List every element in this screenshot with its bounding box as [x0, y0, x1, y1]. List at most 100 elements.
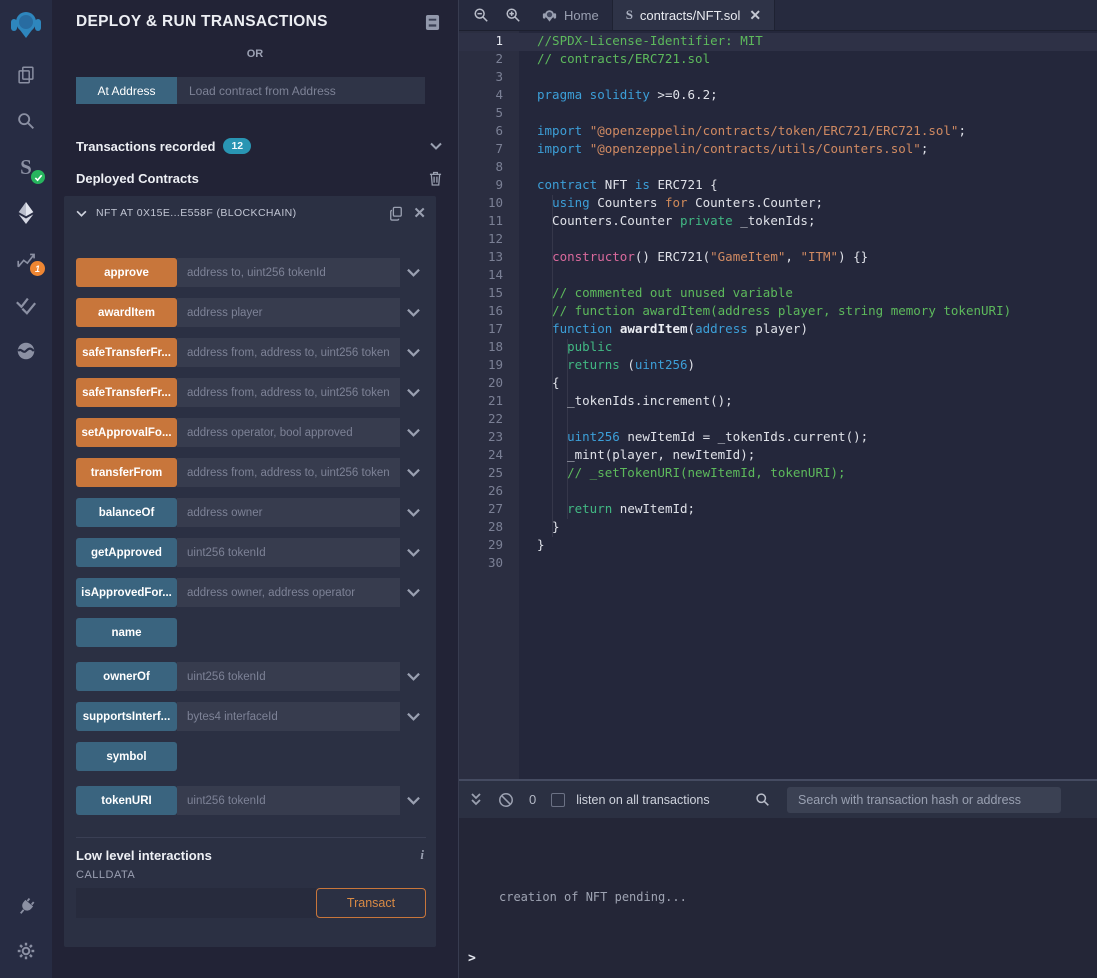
chevron-down-icon[interactable] [400, 308, 426, 317]
function-args-input[interactable] [177, 498, 400, 527]
at-address-row: At Address [76, 77, 425, 104]
documentation-icon[interactable] [425, 14, 440, 31]
line-number: 5 [459, 105, 519, 123]
function-args-input[interactable] [177, 538, 400, 567]
function-button-awardItem[interactable]: awardItem [76, 298, 177, 327]
function-args-input[interactable] [177, 702, 400, 731]
line-number: 18 [459, 339, 519, 357]
function-args-input[interactable] [177, 338, 400, 367]
function-button-name[interactable]: name [76, 618, 177, 647]
function-button-supportsInterf[interactable]: supportsInterf... [76, 702, 177, 731]
function-button-safeTransferFr[interactable]: safeTransferFr... [76, 338, 177, 367]
line-number: 1 [459, 33, 519, 51]
tab-home[interactable]: Home [529, 0, 613, 30]
code-line: 14 [459, 267, 1097, 285]
code-line: 20 { [459, 375, 1097, 393]
function-args-input[interactable] [177, 418, 400, 447]
line-number: 15 [459, 285, 519, 303]
function-button-getApproved[interactable]: getApproved [76, 538, 177, 567]
chevron-down-icon[interactable] [400, 796, 426, 805]
function-args-input[interactable] [177, 378, 400, 407]
chevron-down-icon[interactable] [430, 142, 442, 150]
function-args-input[interactable] [177, 786, 400, 815]
transactions-recorded-row: Transactions recorded 12 [76, 136, 442, 156]
function-args-input[interactable] [177, 458, 400, 487]
function-args-input[interactable] [177, 578, 400, 607]
chevron-down-icon[interactable] [400, 588, 426, 597]
function-button-balanceOf[interactable]: balanceOf [76, 498, 177, 527]
code-line: 23 uint256 newItemId = _tokenIds.current… [459, 429, 1097, 447]
tab-contracts-nft-sol[interactable]: S contracts/NFT.sol ✕ [613, 0, 775, 30]
function-row: isApprovedFor... [76, 578, 426, 607]
chevron-down-icon[interactable] [400, 468, 426, 477]
chevron-down-icon[interactable] [400, 508, 426, 517]
function-row: tokenURI [76, 786, 426, 815]
trash-icon[interactable] [429, 171, 442, 186]
code-line: 2// contracts/ERC721.sol [459, 51, 1097, 69]
transactions-recorded-label: Transactions recorded [76, 139, 215, 154]
function-button-tokenURI[interactable]: tokenURI [76, 786, 177, 815]
file-explorer-icon[interactable] [13, 62, 39, 88]
listen-checkbox[interactable] [551, 793, 565, 807]
or-divider: OR [52, 44, 458, 57]
settings-icon[interactable] [13, 938, 39, 964]
function-button-approve[interactable]: approve [76, 258, 177, 287]
chevron-down-icon[interactable] [400, 548, 426, 557]
code-editor[interactable]: 1//SPDX-License-Identifier: MIT2// contr… [459, 31, 1097, 779]
function-args-input[interactable] [177, 662, 400, 691]
search-icon[interactable] [13, 108, 39, 134]
calldata-input[interactable] [76, 888, 316, 918]
line-number: 8 [459, 159, 519, 177]
compile-success-badge [31, 170, 45, 184]
terminal-search-input[interactable] [787, 787, 1061, 813]
unit-testing-icon[interactable] [13, 292, 39, 318]
chevron-down-icon[interactable] [400, 672, 426, 681]
solidity-compiler-icon[interactable]: S [13, 154, 39, 180]
at-address-input[interactable] [177, 77, 425, 104]
chevron-down-icon[interactable] [400, 348, 426, 357]
at-address-button[interactable]: At Address [76, 77, 177, 104]
code-line: 7import "@openzeppelin/contracts/utils/C… [459, 141, 1097, 159]
function-button-setApprovalFo[interactable]: setApprovalFo... [76, 418, 177, 447]
chevron-down-icon[interactable] [400, 712, 426, 721]
function-row: supportsInterf... [76, 702, 426, 731]
clear-console-icon[interactable] [498, 792, 514, 808]
zoom-in-icon[interactable] [497, 0, 529, 30]
sourcify-icon[interactable] [13, 338, 39, 364]
code-line: 6import "@openzeppelin/contracts/token/E… [459, 123, 1097, 141]
code-line: 9contract NFT is ERC721 { [459, 177, 1097, 195]
expand-terminal-icon[interactable] [469, 792, 483, 807]
close-tab-icon[interactable]: ✕ [749, 8, 761, 22]
code-line: 1//SPDX-License-Identifier: MIT [459, 33, 1097, 51]
line-number: 30 [459, 555, 519, 573]
close-icon[interactable]: ✕ [413, 206, 426, 221]
analytics-icon[interactable]: 1 [13, 246, 39, 272]
terminal-prompt[interactable]: > [468, 951, 476, 966]
chevron-down-icon[interactable] [400, 268, 426, 277]
function-row: transferFrom [76, 458, 426, 487]
terminal-toolbar: 0 listen on all transactions [459, 779, 1097, 818]
function-button-symbol[interactable]: symbol [76, 742, 177, 771]
deploy-run-icon[interactable] [13, 200, 39, 226]
chevron-down-icon[interactable] [400, 428, 426, 437]
function-button-ownerOf[interactable]: ownerOf [76, 662, 177, 691]
transact-button[interactable]: Transact [316, 888, 426, 918]
chevron-down-icon[interactable] [76, 210, 87, 217]
function-button-safeTransferFr[interactable]: safeTransferFr... [76, 378, 177, 407]
indent-guide [567, 339, 568, 519]
line-number: 2 [459, 51, 519, 69]
code-line: 24 _mint(player, newItemId); [459, 447, 1097, 465]
listen-label: listen on all transactions [576, 793, 709, 807]
info-icon[interactable]: i [420, 847, 424, 863]
function-button-isApprovedFor[interactable]: isApprovedFor... [76, 578, 177, 607]
terminal-output[interactable]: creation of NFT pending... > [459, 818, 1097, 978]
code-line: 8 [459, 159, 1097, 177]
function-args-input[interactable] [177, 258, 400, 287]
function-button-transferFrom[interactable]: transferFrom [76, 458, 177, 487]
zoom-out-icon[interactable] [465, 0, 497, 30]
line-number: 25 [459, 465, 519, 483]
copy-icon[interactable] [389, 206, 403, 221]
plugin-manager-icon[interactable] [13, 894, 39, 920]
function-args-input[interactable] [177, 298, 400, 327]
chevron-down-icon[interactable] [400, 388, 426, 397]
